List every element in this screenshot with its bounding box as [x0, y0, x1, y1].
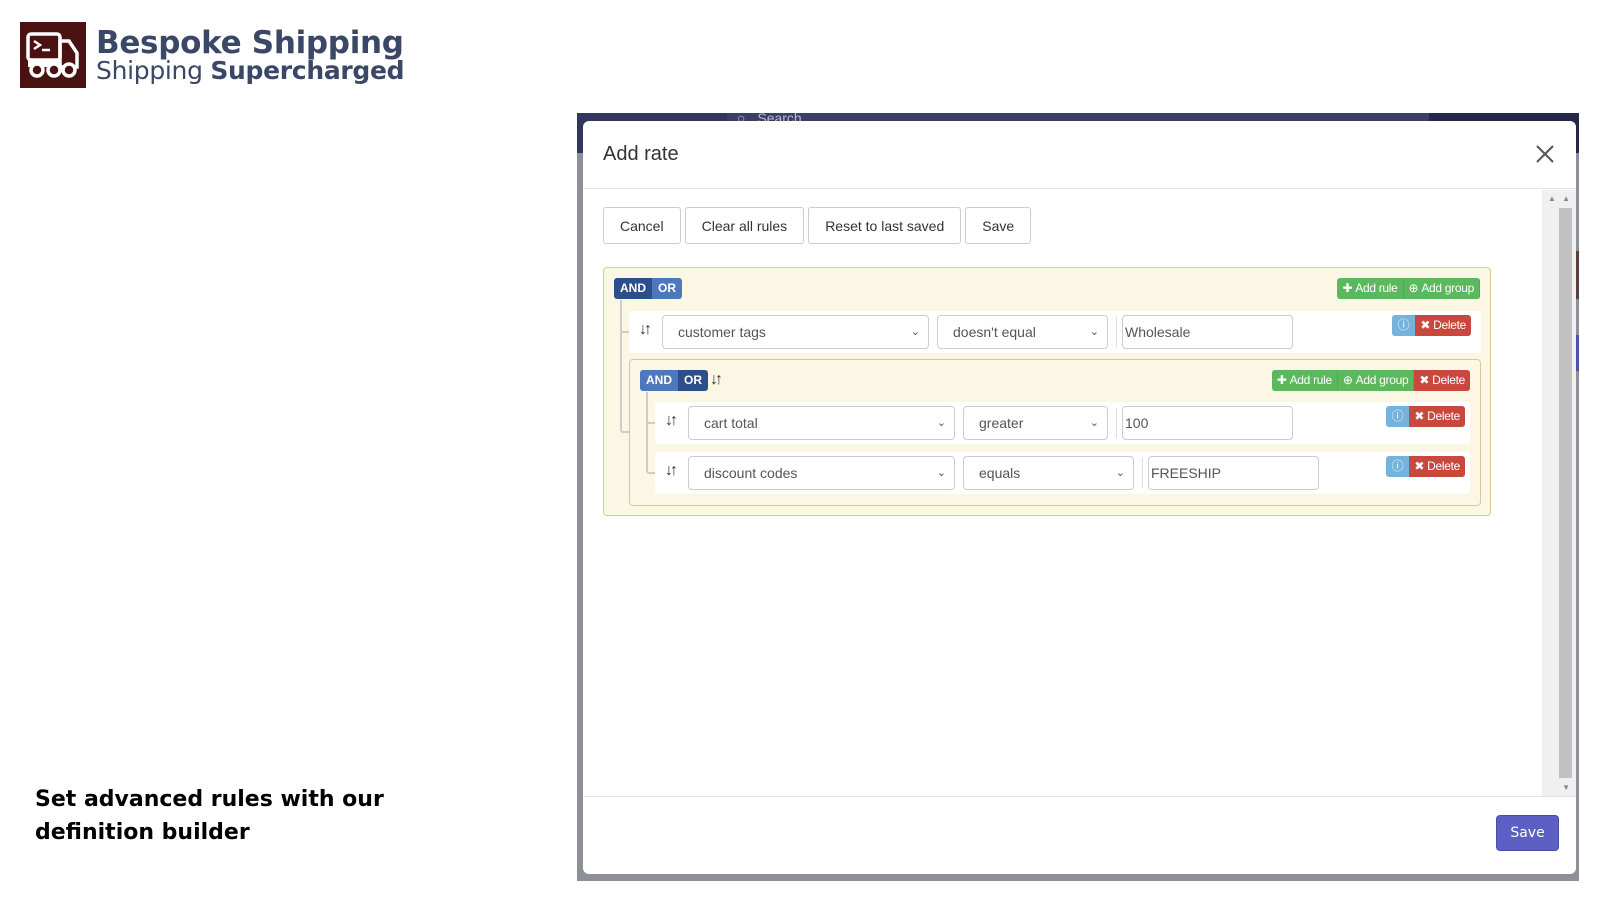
builder-toolbar: Cancel Clear all rules Reset to last sav… [603, 207, 1032, 244]
chevron-down-icon: ⌄ [910, 326, 920, 338]
drag-handle-icon[interactable]: ↓↑ [710, 371, 723, 389]
field-select[interactable]: cart total ⌄ [688, 406, 955, 440]
x-icon: ✖ [1414, 409, 1425, 423]
delete-rule-button[interactable]: ✖ Delete [1415, 315, 1471, 336]
operator-select-value: greater [979, 415, 1024, 431]
divider [1142, 458, 1143, 488]
add-group-label: Add group [1355, 373, 1409, 387]
delete-label: Delete [1427, 409, 1460, 423]
field-select-value: customer tags [678, 324, 766, 340]
info-icon: ⓘ [1391, 409, 1404, 423]
add-rule-button[interactable]: ✚ Add rule [1271, 370, 1338, 391]
delete-group-button[interactable]: ✖ Delete [1414, 370, 1470, 391]
add-group-label: Add group [1421, 281, 1474, 295]
scrollbar-thumb[interactable] [1559, 208, 1572, 778]
save-button[interactable]: Save [1496, 815, 1559, 851]
delete-label: Delete [1433, 318, 1466, 332]
or-toggle[interactable]: OR [652, 278, 682, 299]
rule-row: ↓↑ discount codes ⌄ equals ⌄ FREESHIP ⓘ … [655, 452, 1470, 494]
chevron-down-icon: ⌄ [936, 467, 946, 479]
delete-label: Delete [1427, 459, 1460, 473]
add-rule-label: Add rule [1355, 281, 1398, 295]
info-icon: ⓘ [1391, 459, 1404, 473]
modal-footer: Save [583, 796, 1576, 874]
rule-actions: ⓘ ✖ Delete [1385, 456, 1465, 477]
info-button[interactable]: ⓘ [1385, 456, 1410, 477]
modal-body: Cancel Clear all rules Reset to last sav… [583, 190, 1576, 796]
group-actions: ✚ Add rule ⊕ Add group [1337, 278, 1480, 299]
info-icon: ⓘ [1397, 318, 1410, 332]
field-select[interactable]: discount codes ⌄ [688, 456, 955, 490]
add-group-button[interactable]: ⊕ Add group [1337, 370, 1415, 391]
chevron-down-icon: ⌄ [1089, 326, 1099, 338]
plus-icon: ✚ [1276, 373, 1287, 387]
info-button[interactable]: ⓘ [1391, 315, 1416, 336]
modal-title: Add rate [603, 143, 679, 165]
operator-select[interactable]: doesn't equal ⌄ [937, 315, 1108, 349]
plus-icon: ✚ [1342, 281, 1353, 295]
chevron-down-icon: ⌄ [1115, 467, 1125, 479]
operator-select-value: equals [979, 465, 1021, 481]
close-icon [1536, 145, 1554, 163]
delete-rule-button[interactable]: ✖ Delete [1409, 456, 1465, 477]
operator-select-value: doesn't equal [953, 324, 1036, 340]
conjunction-toggle: AND OR [640, 370, 708, 391]
drag-handle-icon[interactable]: ↓↑ [665, 462, 678, 480]
modal-scrollbar[interactable]: ▲ ▲ ▼ [1542, 190, 1576, 796]
drag-handle-icon[interactable]: ↓↑ [639, 321, 652, 339]
feature-caption: Set advanced rules with our definition b… [35, 787, 384, 845]
and-toggle[interactable]: AND [614, 278, 652, 299]
add-group-button[interactable]: ⊕ Add group [1403, 278, 1480, 299]
plus-circle-icon: ⊕ [1408, 281, 1419, 295]
rule-group-nested: AND OR ↓↑ ✚ Add rule ⊕ Add group ✖ Delete ↓… [629, 359, 1481, 506]
x-icon: ✖ [1419, 373, 1430, 387]
modal-header: Add rate [583, 121, 1576, 189]
info-button[interactable]: ⓘ [1385, 406, 1410, 427]
x-icon: ✖ [1420, 318, 1431, 332]
rule-row: ↓↑ cart total ⌄ greater ⌄ 100 ⓘ ✖ Delete [655, 402, 1470, 444]
group-actions: ✚ Add rule ⊕ Add group ✖ Delete [1271, 370, 1470, 391]
rule-group-root: AND OR ✚ Add rule ⊕ Add group ↓↑ customer … [603, 267, 1491, 516]
brand-title: Bespoke Shipping [96, 25, 404, 61]
divider [1116, 408, 1117, 438]
toolbar-save-button[interactable]: Save [965, 207, 1032, 244]
scroll-up-icon[interactable]: ▲ [1548, 194, 1556, 203]
operator-select[interactable]: greater ⌄ [963, 406, 1108, 440]
add-rule-button[interactable]: ✚ Add rule [1337, 278, 1404, 299]
brand-header: Bespoke Shipping Shipping Supercharged [20, 22, 405, 88]
add-rule-label: Add rule [1289, 373, 1333, 387]
brand-subtitle: Shipping Supercharged [96, 56, 405, 85]
value-input[interactable]: Wholesale [1122, 315, 1293, 349]
value-input[interactable]: 100 [1122, 406, 1293, 440]
drag-handle-icon[interactable]: ↓↑ [665, 412, 678, 430]
scroll-down-icon[interactable]: ▼ [1562, 783, 1570, 792]
rule-row: ↓↑ customer tags ⌄ doesn't equal ⌄ Whole… [629, 311, 1481, 353]
delete-label: Delete [1432, 373, 1465, 387]
delete-rule-button[interactable]: ✖ Delete [1409, 406, 1465, 427]
field-select[interactable]: customer tags ⌄ [662, 315, 929, 349]
cancel-button[interactable]: Cancel [603, 207, 681, 244]
or-toggle[interactable]: OR [678, 370, 708, 391]
reset-to-last-saved-button[interactable]: Reset to last saved [808, 207, 962, 244]
brand-subtitle-bold: Supercharged [210, 56, 405, 85]
and-toggle[interactable]: AND [640, 370, 678, 391]
close-button[interactable] [1532, 141, 1558, 167]
scroll-up-icon[interactable]: ▲ [1562, 194, 1570, 203]
rule-actions: ⓘ ✖ Delete [1391, 315, 1471, 336]
field-select-value: cart total [704, 415, 758, 431]
operator-select[interactable]: equals ⌄ [963, 456, 1134, 490]
truck-terminal-icon [20, 22, 86, 88]
value-input[interactable]: FREESHIP [1148, 456, 1319, 490]
x-icon: ✖ [1414, 459, 1425, 473]
field-select-value: discount codes [704, 465, 798, 481]
chevron-down-icon: ⌄ [1089, 417, 1099, 429]
brand-subtitle-light: Shipping [96, 56, 211, 85]
chevron-down-icon: ⌄ [936, 417, 946, 429]
rule-actions: ⓘ ✖ Delete [1385, 406, 1465, 427]
clear-all-rules-button[interactable]: Clear all rules [684, 207, 805, 244]
conjunction-toggle: AND OR [614, 278, 682, 299]
add-rate-modal: Add rate Cancel Clear all rules Reset to… [583, 121, 1576, 874]
plus-circle-icon: ⊕ [1342, 373, 1353, 387]
divider [1116, 317, 1117, 347]
